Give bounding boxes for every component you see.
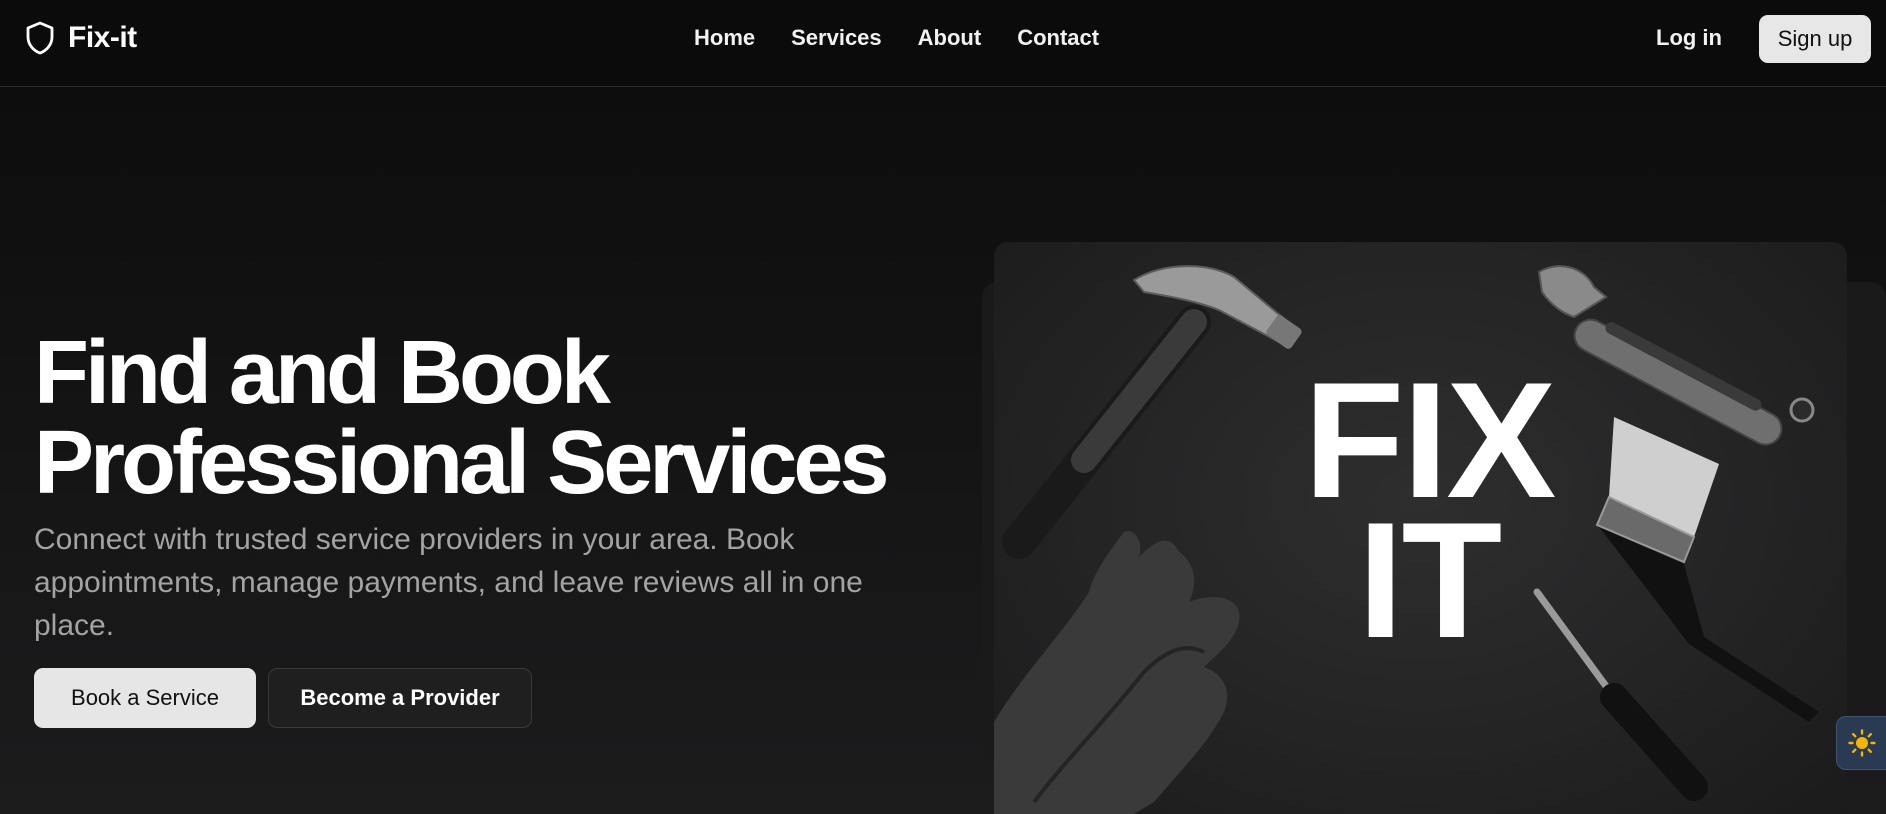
book-service-button[interactable]: Book a Service [34,668,256,728]
hero-subtitle: Connect with trusted service providers i… [34,523,863,642]
hero-title-line2: Professional Services [34,413,890,513]
site-header: Fix-it Home Services About Contact Log i… [0,0,1886,87]
glove-icon [994,531,1240,814]
nav-contact[interactable]: Contact [1017,25,1099,51]
hero-image: FIX IT [994,242,1847,814]
nav-services[interactable]: Services [791,25,882,51]
sun-icon [1848,729,1876,757]
main-nav: Home Services About Contact [694,25,1099,51]
wrench-icon [1537,265,1815,446]
signup-button[interactable]: Sign up [1759,15,1871,63]
theme-toggle-button[interactable] [1836,716,1886,770]
hero-title-line1: Find and Book [34,323,611,423]
hammer-icon [1002,265,1302,559]
become-provider-button[interactable]: Become a Provider [268,668,532,728]
brand[interactable]: Fix-it [24,20,137,56]
hero-title: Find and Book Professional Services [34,328,934,508]
shield-icon [26,21,54,55]
paint-brush-icon [1595,417,1819,722]
nav-about[interactable]: About [918,25,982,51]
brand-name: Fix-it [68,21,137,54]
login-link[interactable]: Log in [1656,25,1722,51]
fix-it-image-text: FIX IT [1289,358,1569,663]
page: Fix-it Home Services About Contact Log i… [0,0,1886,814]
nav-home[interactable]: Home [694,25,755,51]
